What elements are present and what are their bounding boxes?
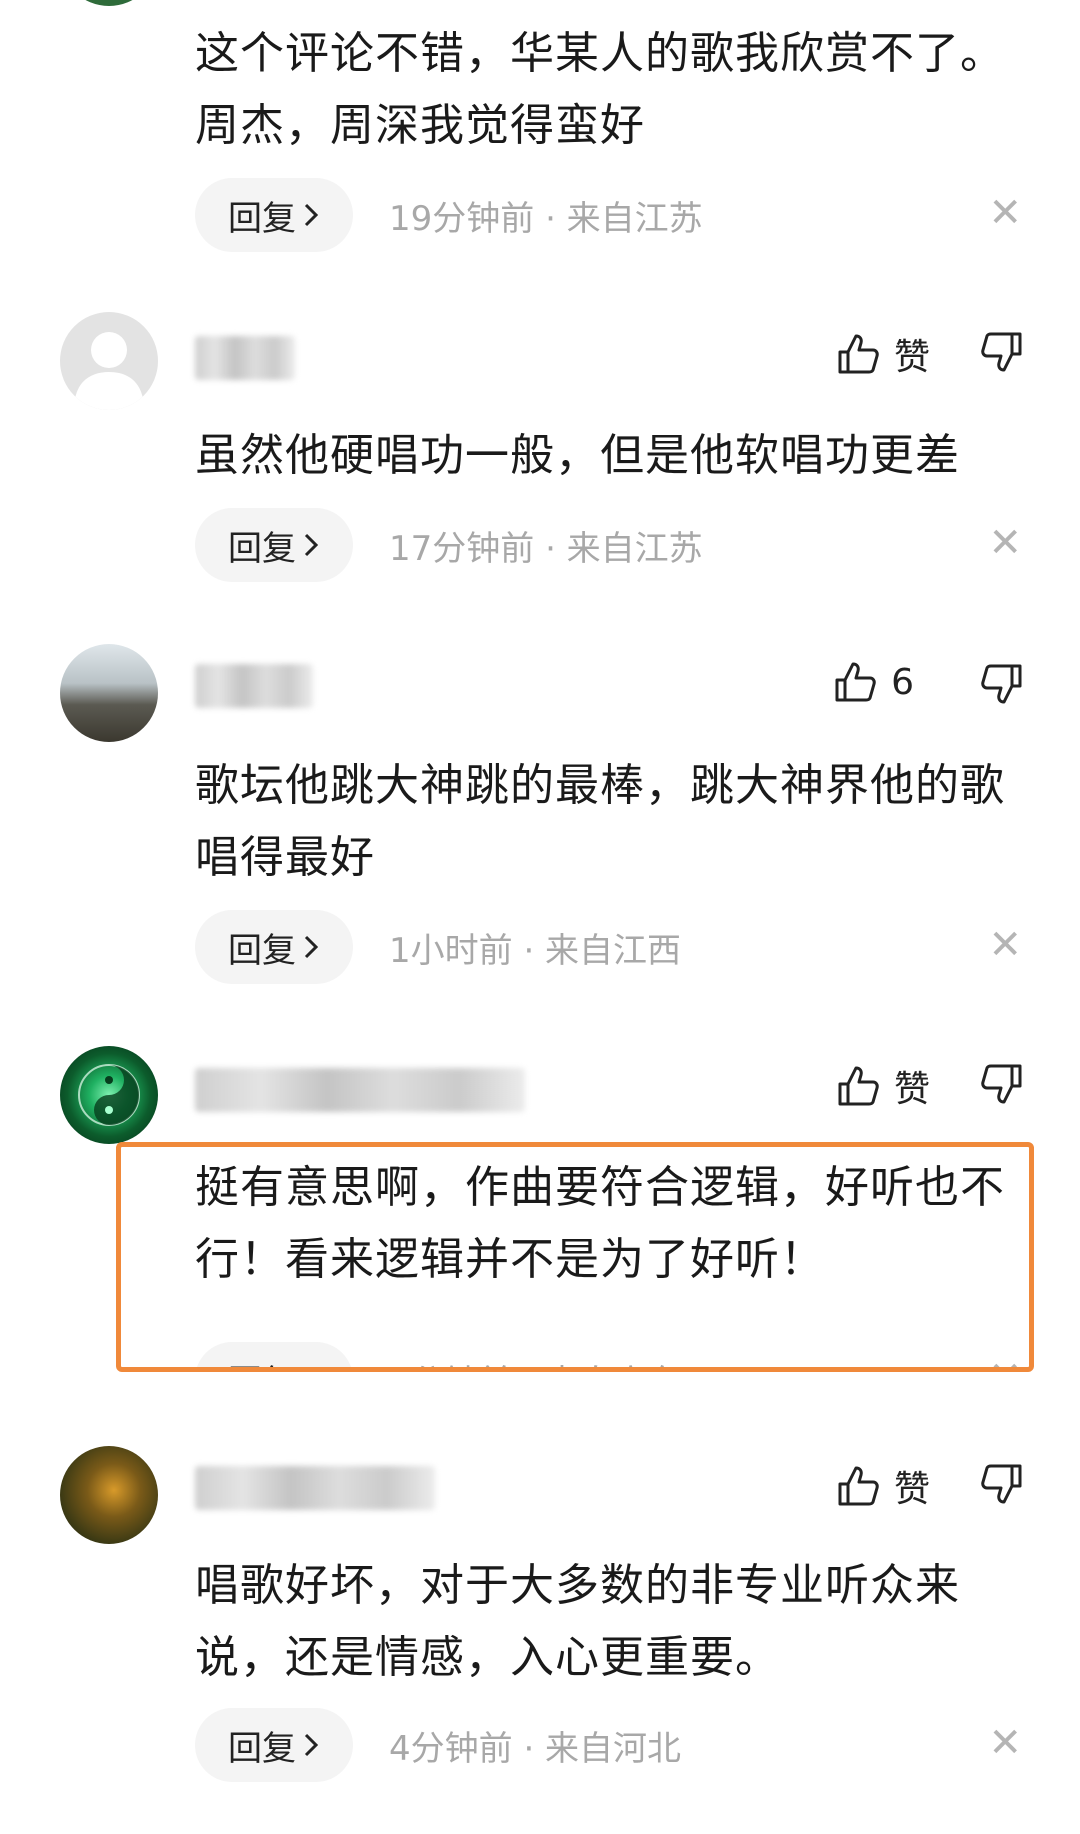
dislike-button[interactable] [980, 1462, 1024, 1510]
avatar[interactable] [60, 644, 158, 742]
reply-label: 回复 [228, 528, 296, 569]
thumbs-up-icon [835, 662, 876, 702]
thumbs-down-icon [981, 332, 1022, 372]
timestamp-location: 4分钟前 · 来自河北 [389, 1728, 682, 1769]
dislike-button[interactable] [980, 662, 1024, 710]
avatar[interactable] [60, 1046, 158, 1144]
like-label: 赞 [893, 337, 930, 378]
dislike-button[interactable] [980, 1062, 1024, 1110]
like-count: 6 [891, 661, 914, 703]
comment-meta: 回复 4分钟前 · 来自河北 [195, 1708, 681, 1782]
thumbs-up-icon [838, 1466, 879, 1506]
chevron-right-icon [304, 203, 319, 227]
comment-text: 唱歌好坏，对于大多数的非专业听众来说，还是情感，入心更重要。 [195, 1560, 960, 1683]
avatar[interactable] [60, 1446, 158, 1544]
comment-text: 歌坛他跳大神跳的最棒，跳大神界他的歌唱得最好 [195, 760, 1005, 883]
like-label: 赞 [893, 1069, 930, 1110]
avatar[interactable] [60, 0, 158, 6]
thumbs-up-icon [838, 1066, 879, 1106]
chevron-right-icon [304, 1733, 319, 1757]
reply-label: 回复 [228, 198, 296, 239]
yin-yang-icon [78, 1064, 140, 1126]
comment-meta: 回复 19分钟前 · 来自江苏 [195, 178, 703, 252]
thumbs-down-icon [981, 1464, 1022, 1504]
close-icon[interactable]: ✕ [988, 925, 1022, 965]
like-button[interactable]: 赞 [836, 328, 930, 380]
close-icon[interactable]: ✕ [988, 193, 1022, 233]
like-button[interactable]: 赞 [836, 1460, 930, 1512]
reply-button[interactable]: 回复 [195, 178, 353, 252]
timestamp-location: 17分钟前 · 来自江苏 [389, 528, 703, 569]
like-button[interactable]: 赞 [836, 1060, 930, 1112]
like-button[interactable]: 6 [833, 660, 914, 704]
username[interactable] [195, 1466, 435, 1510]
close-icon[interactable]: ✕ [988, 1723, 1022, 1763]
timestamp-location: 1小时前 · 来自江西 [389, 930, 682, 971]
username[interactable] [195, 664, 313, 708]
comment-text: 这个评论不错，华某人的歌我欣赏不了。周杰，周深我觉得蛮好 [195, 28, 1005, 151]
like-label: 赞 [893, 1469, 930, 1510]
avatar[interactable] [60, 312, 158, 410]
thumbs-down-icon [981, 664, 1022, 704]
username[interactable] [195, 1068, 525, 1112]
reply-button[interactable]: 回复 [195, 508, 353, 582]
reply-button[interactable]: 回复 [195, 910, 353, 984]
mask [0, 1372, 1080, 1432]
username[interactable] [195, 336, 295, 380]
comment-text: 虽然他硬唱功一般，但是他软唱功更差 [195, 430, 960, 481]
default-avatar-icon [74, 332, 144, 410]
chevron-right-icon [304, 533, 319, 557]
close-icon[interactable]: ✕ [988, 523, 1022, 563]
chevron-right-icon [304, 935, 319, 959]
highlight-box [116, 1142, 1034, 1372]
reply-label: 回复 [228, 930, 296, 971]
timestamp-location: 19分钟前 · 来自江苏 [389, 198, 703, 239]
reply-button[interactable]: 回复 [195, 1708, 353, 1782]
thumbs-up-icon [838, 334, 879, 374]
dislike-button[interactable] [980, 330, 1024, 378]
thumbs-down-icon [981, 1064, 1022, 1104]
comment-meta: 回复 17分钟前 · 来自江苏 [195, 508, 703, 582]
reply-label: 回复 [228, 1728, 296, 1769]
comment-meta: 回复 1小时前 · 来自江西 [195, 910, 681, 984]
